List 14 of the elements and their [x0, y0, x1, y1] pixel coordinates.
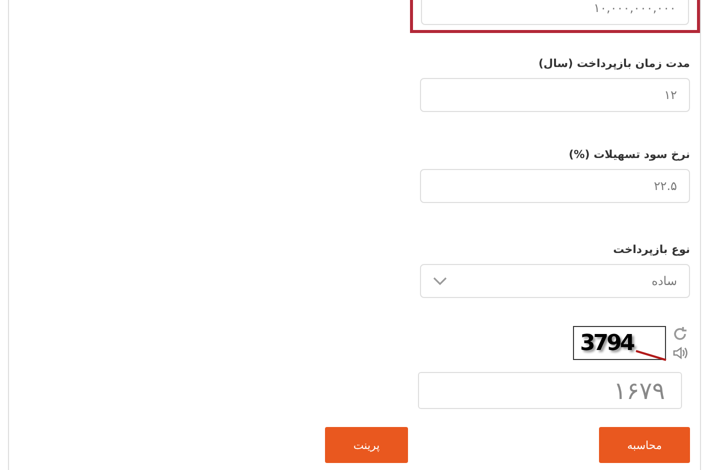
input-field[interactable]: ۱۶۷۹ [418, 372, 682, 409]
input-field[interactable]: ۲۲.۵ [420, 169, 690, 203]
speaker-icon[interactable] [672, 346, 688, 360]
input-field[interactable]: ۱۲ [420, 78, 690, 112]
refresh-icon[interactable] [672, 326, 688, 342]
print-button[interactable]: پرینت [325, 427, 408, 463]
input-field[interactable]: ۱۰,۰۰۰,۰۰۰,۰۰۰ [421, 0, 689, 25]
calculate-button[interactable]: محاسبه [599, 427, 690, 463]
field-label: مدت زمان بازپرداخت (سال) [538, 57, 690, 70]
chevron-down-icon [433, 276, 447, 286]
select-field[interactable]: ساده [420, 264, 690, 298]
field-label: نرخ سود تسهیلات (%) [568, 148, 690, 161]
captcha-image: 3794 [573, 326, 666, 360]
field-label: نوع بازپرداخت [612, 243, 690, 256]
